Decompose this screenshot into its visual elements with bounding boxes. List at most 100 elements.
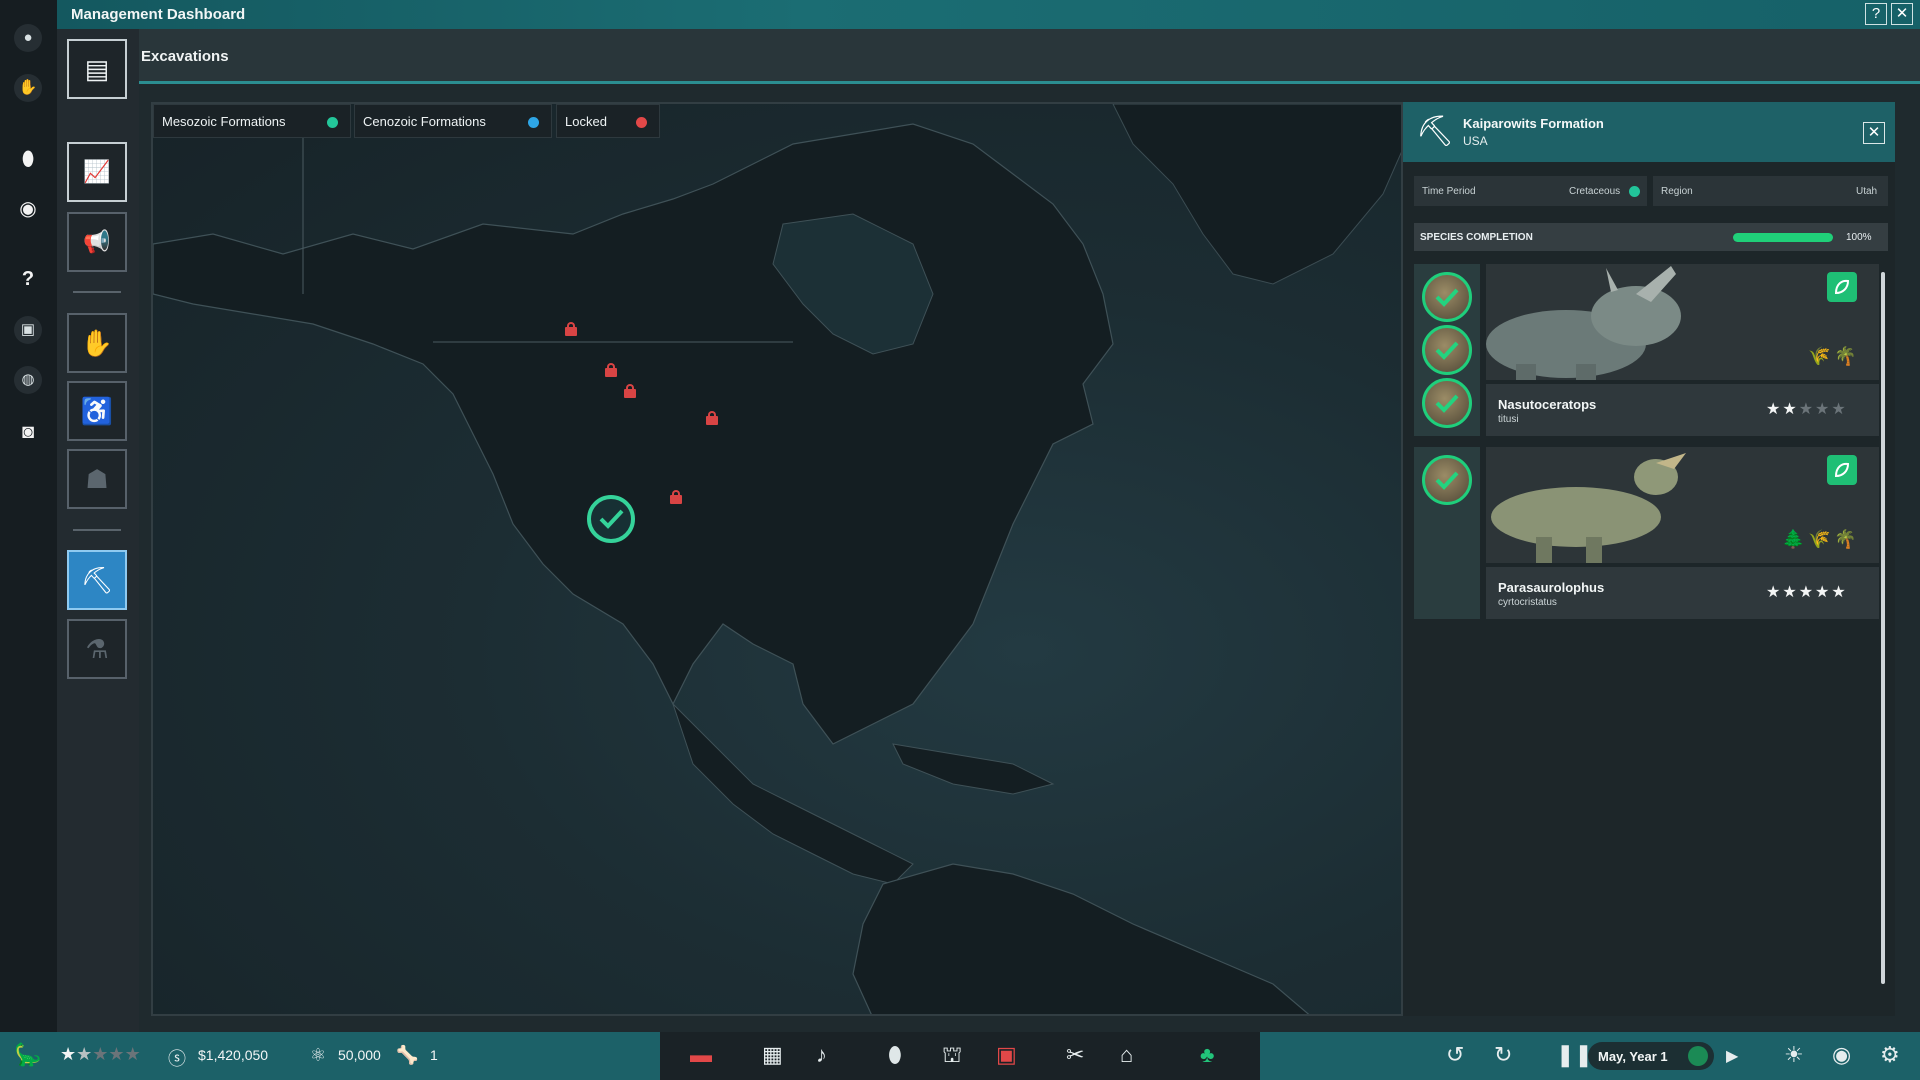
dinosaur-image: 🌾 🌴 bbox=[1486, 264, 1879, 380]
completed-site-check-icon[interactable] bbox=[587, 495, 635, 543]
star-icon: ★ bbox=[1815, 401, 1832, 418]
star-icon: ★ bbox=[108, 1044, 125, 1064]
egg-icon[interactable]: ● bbox=[14, 24, 42, 52]
fossil-icon: 🦴 bbox=[396, 1045, 419, 1065]
sidebar-marketing-button[interactable]: 📢 bbox=[67, 212, 127, 272]
close-panel-button[interactable]: ✕ bbox=[1863, 122, 1885, 144]
undo-icon[interactable]: ↺ bbox=[1446, 1042, 1464, 1068]
fossil-badge-column bbox=[1414, 264, 1480, 436]
fence-icon[interactable]: ▦ bbox=[762, 1042, 783, 1068]
egg-highlight-icon[interactable]: ⬮ bbox=[14, 145, 42, 173]
egg-build-icon[interactable]: ⬮ bbox=[888, 1042, 902, 1068]
close-window-button[interactable]: ✕ bbox=[1891, 3, 1913, 25]
habitat-grass-icon: 🌾 bbox=[1808, 346, 1831, 366]
eye-icon[interactable]: ◉ bbox=[14, 195, 42, 223]
help-button[interactable]: ? bbox=[1865, 3, 1887, 25]
settings-box-icon[interactable]: ▣ bbox=[14, 316, 42, 344]
bulldozer-icon[interactable]: ▬ bbox=[690, 1042, 712, 1068]
species-name: Nasutoceratops bbox=[1498, 397, 1597, 412]
star-icon: ★ bbox=[1831, 401, 1848, 418]
help-icon[interactable]: ? bbox=[14, 265, 42, 293]
fossil-check-icon bbox=[1422, 325, 1472, 375]
star-icon: ★ bbox=[124, 1044, 141, 1064]
sidebar-research-button[interactable]: ⚗ bbox=[67, 619, 127, 679]
tools-icon[interactable]: ✂ bbox=[1066, 1042, 1084, 1068]
star-icon: ★ bbox=[92, 1044, 109, 1064]
species-completion: SPECIES COMPLETION 100% bbox=[1414, 223, 1888, 251]
legend-cenozoic[interactable]: Cenozoic Formations bbox=[354, 104, 552, 138]
diet-leaf-icon bbox=[1827, 455, 1857, 485]
shop-icon[interactable]: ▣ bbox=[996, 1042, 1017, 1068]
legend-label: Cenozoic Formations bbox=[363, 114, 486, 129]
habitat-tree-icon: 🌴 bbox=[1834, 346, 1857, 366]
camera-icon[interactable]: ◙ bbox=[14, 418, 42, 446]
species-name: Parasaurolophus bbox=[1498, 580, 1605, 595]
sidebar-excavations-button[interactable]: ⛏ bbox=[67, 550, 127, 610]
sidebar-staff-button[interactable]: ♿ bbox=[67, 381, 127, 441]
globe-icon[interactable]: ◍ bbox=[14, 366, 42, 394]
sidebar-divider bbox=[73, 529, 121, 531]
sidebar-finance-button[interactable]: 📈 bbox=[67, 142, 127, 202]
time-period-box: Time Period Cretaceous bbox=[1414, 176, 1647, 206]
build-menu: ▬ ▦ ♪ ⬮ ⛫ ▣ ✂ ⌂ ♣ bbox=[660, 1032, 1260, 1080]
sidebar-reports-button[interactable]: ▤ bbox=[67, 39, 127, 99]
sidebar-dinosaurs-button[interactable]: ✋ bbox=[67, 313, 127, 373]
formation-panel: ⛏ Kaiparowits Formation USA ✕ Time Perio… bbox=[1403, 102, 1895, 1016]
locked-site-lock-icon[interactable] bbox=[624, 384, 636, 398]
star-icon: ★ bbox=[76, 1044, 93, 1064]
habitat-grass-icon: 🌾 bbox=[1808, 529, 1831, 549]
star-icon: ★ bbox=[1766, 401, 1783, 418]
legend-mesozoic[interactable]: Mesozoic Formations bbox=[153, 104, 351, 138]
speed-indicator-icon bbox=[1688, 1046, 1708, 1066]
quick-access-rail: ● ✋ ⬮ ◉ ? ▣ ◍ ◙ bbox=[0, 0, 57, 1032]
park-rating-stars[interactable]: ★★★★★ bbox=[60, 1044, 141, 1065]
legend-locked[interactable]: Locked bbox=[556, 104, 660, 138]
dinosaur-icon[interactable]: 🦕 bbox=[14, 1042, 41, 1068]
star-icon: ★ bbox=[1798, 401, 1816, 418]
star-icon: ★ bbox=[1798, 584, 1816, 601]
species-epithet: titusi bbox=[1498, 414, 1519, 425]
weather-icon[interactable]: ☀ bbox=[1784, 1042, 1804, 1068]
shelter-icon[interactable]: ⌂ bbox=[1120, 1042, 1133, 1068]
completion-bar bbox=[1733, 233, 1833, 242]
locked-site-lock-icon[interactable] bbox=[670, 490, 682, 504]
dinosaur-image: 🌲 🌾 🌴 bbox=[1486, 447, 1879, 563]
settings-gear-icon[interactable]: ⚙ bbox=[1880, 1042, 1900, 1068]
science-value[interactable]: 50,000 bbox=[338, 1047, 381, 1063]
fossil-check-icon bbox=[1422, 272, 1472, 322]
fossil-check-icon bbox=[1422, 378, 1472, 428]
facility-icon[interactable]: ⛫ bbox=[942, 1042, 962, 1071]
view-eye-icon[interactable]: ◉ bbox=[1832, 1042, 1851, 1068]
star-icon: ★ bbox=[1782, 584, 1799, 601]
formation-header: ⛏ Kaiparowits Formation USA ✕ bbox=[1403, 102, 1895, 162]
locked-site-lock-icon[interactable] bbox=[565, 322, 577, 336]
window-title: Management Dashboard bbox=[71, 6, 246, 23]
paw-icon[interactable]: ✋ bbox=[14, 74, 42, 102]
fossil-value[interactable]: 1 bbox=[430, 1047, 438, 1063]
locked-site-lock-icon[interactable] bbox=[605, 363, 617, 377]
money-value[interactable]: $1,420,050 bbox=[198, 1047, 268, 1063]
world-map[interactable] bbox=[151, 102, 1403, 1016]
redo-icon[interactable]: ↻ bbox=[1494, 1042, 1512, 1068]
sidebar-guests-button[interactable]: ☗ bbox=[67, 449, 127, 509]
date-text: May, Year 1 bbox=[1598, 1049, 1668, 1064]
date-display[interactable]: May, Year 1 bbox=[1588, 1042, 1714, 1070]
fossil-check-icon bbox=[1422, 455, 1472, 505]
panel-scrollbar[interactable] bbox=[1881, 272, 1885, 984]
locked-site-lock-icon[interactable] bbox=[706, 411, 718, 425]
completion-label: SPECIES COMPLETION bbox=[1420, 232, 1533, 243]
continent-outlines bbox=[153, 104, 1401, 1014]
habitat-tree-icon: 🌴 bbox=[1834, 529, 1857, 549]
legend-label: Locked bbox=[565, 114, 607, 129]
time-period-label: Time Period bbox=[1422, 186, 1476, 197]
hatchery-icon[interactable]: ♪ bbox=[816, 1042, 827, 1068]
window-titlebar: Management Dashboard ? ✕ bbox=[57, 0, 1920, 29]
species-epithet: cyrtocristatus bbox=[1498, 597, 1557, 608]
completion-bar-fill bbox=[1733, 233, 1833, 242]
region-label: Region bbox=[1661, 186, 1693, 197]
species-rating: ★★★★★ bbox=[1766, 582, 1848, 602]
terrain-icon[interactable]: ♣ bbox=[1200, 1042, 1214, 1068]
dashboard-sidebar: ▤ 📈 📢 ✋ ♿ ☗ ⛏ ⚗ bbox=[57, 29, 139, 1032]
star-icon: ★ bbox=[60, 1044, 77, 1064]
play-icon[interactable]: ▶ bbox=[1726, 1046, 1738, 1066]
